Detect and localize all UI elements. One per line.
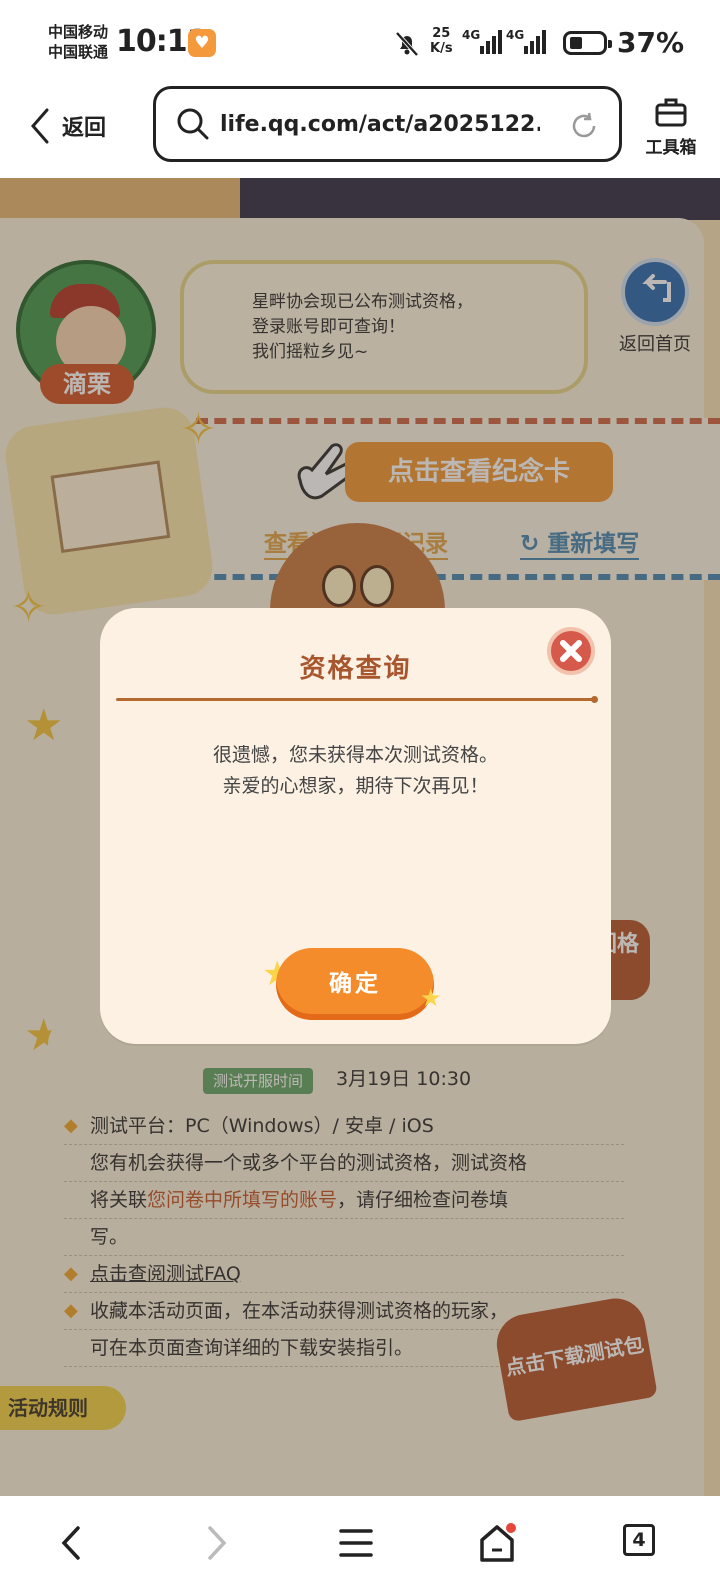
close-icon (560, 640, 582, 662)
app-notification-icon: ♥ (188, 29, 216, 57)
signal-1-label: 4G (462, 28, 481, 42)
battery-icon (563, 31, 612, 55)
carrier-2: 中国联通 (48, 43, 109, 61)
back-arrow-icon[interactable] (50, 1520, 96, 1566)
toolbox-label: 工具箱 (645, 138, 697, 158)
status-bar: 中国移动 中国联通 10:11 ♥ 25 K/s 4G 4G 37% (0, 0, 720, 86)
browser-top-bar: 返回 life.qq.com/act/a2025122... 工具箱 (0, 86, 720, 178)
signal-2-icon: 4G (506, 28, 550, 56)
menu-icon[interactable] (333, 1520, 379, 1566)
signal-1-icon: 4G (462, 28, 506, 56)
back-label: 返回 (62, 116, 107, 141)
forward-arrow-icon[interactable] (192, 1520, 238, 1566)
tab-count-button[interactable]: 4 (623, 1524, 655, 1556)
toolbox-button[interactable]: 工具箱 (636, 96, 706, 158)
dialog-divider (116, 696, 598, 703)
carrier-1: 中国移动 (48, 23, 109, 41)
address-bar[interactable]: life.qq.com/act/a2025122... (153, 86, 622, 162)
network-speed-unit: K/s (430, 41, 453, 56)
star-decoration-icon: ★ (420, 984, 442, 1012)
dialog-title: 资格查询 (299, 654, 412, 684)
screen: { "status_bar": { "carrier_1": "中国移动", "… (0, 0, 720, 1592)
confirm-button[interactable]: 确定 (276, 948, 434, 1020)
dialog-message-line-2: 亲爱的心想家，期待下次再见！ (222, 775, 489, 797)
toolbox-icon (655, 98, 687, 127)
dialog-message: 很遗憾，您未获得本次测试资格。 亲爱的心想家，期待下次再见！ (100, 740, 611, 802)
network-speed-value: 25 (432, 26, 451, 41)
network-speed: 25 K/s (430, 26, 453, 56)
battery-percent: 37% (617, 26, 685, 59)
dialog-message-line-1: 很遗憾，您未获得本次测试资格。 (212, 744, 498, 766)
qualification-dialog: 资格查询 很遗憾，您未获得本次测试资格。 亲爱的心想家，期待下次再见！ ★ 确定… (100, 608, 611, 1044)
chevron-left-icon (31, 108, 49, 144)
signal-2-label: 4G (506, 28, 525, 42)
close-button[interactable] (547, 627, 595, 675)
url-text: life.qq.com/act/a2025122... (220, 111, 540, 137)
mute-bell-icon (395, 31, 419, 57)
home-icon[interactable] (474, 1520, 520, 1566)
search-icon (177, 108, 209, 140)
carrier-names: 中国移动 中国联通 (48, 22, 108, 62)
browser-bottom-bar: 4 (0, 1496, 720, 1592)
reload-icon[interactable] (569, 111, 599, 141)
back-button[interactable]: 返回 (30, 106, 106, 146)
